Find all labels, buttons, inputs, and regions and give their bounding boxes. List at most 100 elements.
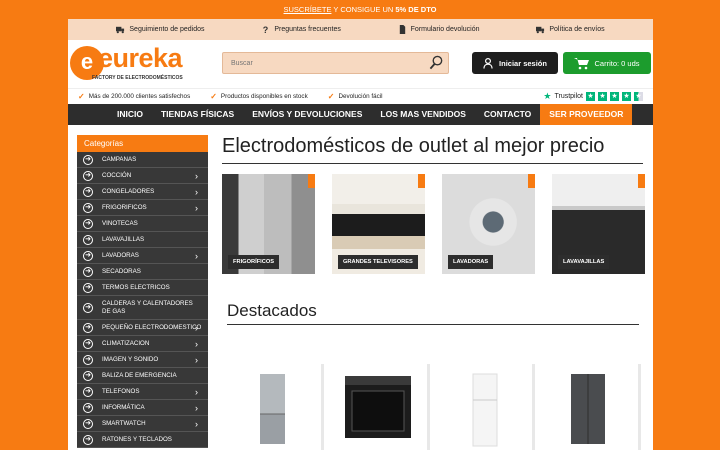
- category-label: LAVAVAJILLAS: [102, 236, 145, 243]
- nav-item-contacto[interactable]: CONTACTO: [475, 104, 540, 125]
- trust-item: ✓ Productos disponibles en stock: [210, 92, 308, 101]
- category-item[interactable]: ➜ COCCIÓN ›: [77, 168, 208, 184]
- category-item[interactable]: ➜ LAVAVAJILLAS: [77, 232, 208, 248]
- category-item[interactable]: ➜ INFORMÁTICA ›: [77, 400, 208, 416]
- trustpilot-widget[interactable]: ★ Trustpilot ★ ★ ★ ★ ★: [543, 91, 643, 102]
- faq-link[interactable]: ? Preguntas frecuentes: [261, 25, 341, 34]
- cart-button[interactable]: Carrito: 0 uds: [563, 52, 651, 74]
- shipping-policy-link[interactable]: Política de envíos: [536, 25, 605, 34]
- nav-item-ser-proveedor[interactable]: SER PROVEEDOR: [540, 104, 633, 125]
- category-item[interactable]: ➜ TELEFONOS ›: [77, 384, 208, 400]
- info-bar: Seguimiento de pedidos ? Preguntas frecu…: [68, 19, 653, 40]
- product-card[interactable]: [535, 360, 635, 450]
- category-label: TELEFONOS: [102, 388, 140, 395]
- category-tiles: FRIGORÍFICOS GRANDES TELEVISORES LAVADOR…: [222, 174, 646, 274]
- category-label: VINOTECAS: [102, 220, 138, 227]
- category-item[interactable]: ➜ SMARTWATCH ›: [77, 416, 208, 432]
- subscribe-link[interactable]: SUSCRÍBETE: [284, 5, 332, 14]
- tile-frigorificos[interactable]: FRIGORÍFICOS: [222, 174, 315, 274]
- category-label: COCCIÓN: [102, 172, 132, 179]
- chevron-right-icon: ›: [195, 338, 198, 349]
- category-list: ➜ CAMPANAS ➜ COCCIÓN › ➜ CONGELADORES › ➜ FRIGORI…: [77, 152, 208, 448]
- category-item[interactable]: ➜ CLIMATIZACION ›: [77, 336, 208, 352]
- category-label: TERMOS ELECTRICOS: [102, 284, 170, 291]
- tile-label: GRANDES TELEVISORES: [338, 255, 418, 269]
- promo-bar: SUSCRÍBETE Y CONSIGUE UN 5% DE DTO: [0, 0, 720, 19]
- promo-discount: 5% DE DTO: [395, 5, 437, 14]
- category-sidebar: Categorías ➜ CAMPANAS ➜ COCCIÓN › ➜ CONGELADOR…: [77, 135, 208, 448]
- nav-item-mas-vendidos[interactable]: LOS MAS VENDIDOS: [371, 104, 474, 125]
- product-card[interactable]: [325, 360, 425, 450]
- search-icon[interactable]: [429, 55, 444, 70]
- page: Seguimiento de pedidos ? Preguntas frecu…: [68, 19, 653, 450]
- logo-tagline: FACTORY DE ELECTRODOMÉSTICOS: [92, 75, 183, 81]
- trust-item: ✓ Devolución fácil: [327, 92, 383, 101]
- category-item[interactable]: ➜ IMAGEN Y SONIDO ›: [77, 352, 208, 368]
- tile-corner: [308, 174, 315, 188]
- category-item[interactable]: ➜ CAMPANAS: [77, 152, 208, 168]
- cart-label: Carrito: 0 uds: [594, 58, 640, 68]
- tile-corner: [638, 174, 645, 188]
- trust-item: ✓ Más de 200.000 clientes satisfechos: [78, 92, 191, 101]
- category-item[interactable]: ➜ TERMOS ELECTRICOS: [77, 280, 208, 296]
- faq-label: Preguntas frecuentes: [274, 26, 341, 33]
- tile-lavadoras[interactable]: LAVADORAS: [442, 174, 535, 274]
- arrow-circle-icon: ➜: [83, 338, 93, 349]
- product-card[interactable]: [430, 360, 530, 450]
- chevron-right-icon: ›: [195, 202, 198, 213]
- arrow-circle-icon: ➜: [83, 186, 93, 197]
- trustpilot-brand: Trustpilot: [554, 93, 583, 100]
- category-label: BALIZA DE EMERGENCIA: [102, 372, 177, 379]
- product-card[interactable]: [222, 360, 322, 450]
- category-item[interactable]: ➜ SECADORAS: [77, 264, 208, 280]
- user-icon: [483, 57, 493, 69]
- nav-item-envios[interactable]: ENVÍOS Y DEVOLUCIONES: [243, 104, 371, 125]
- arrow-circle-icon: ➜: [83, 234, 93, 245]
- category-item[interactable]: ➜ BALIZA DE EMERGENCIA: [77, 368, 208, 384]
- white-fridge-product-image: [472, 373, 498, 447]
- rating-star-icon: ★: [598, 92, 607, 101]
- fridge-product-image: [260, 374, 285, 444]
- arrow-circle-icon: ➜: [83, 154, 93, 165]
- category-item[interactable]: ➜ LAVADORAS ›: [77, 248, 208, 264]
- arrow-circle-icon: ➜: [83, 354, 93, 365]
- return-form-link[interactable]: Formulario devolución: [398, 25, 480, 34]
- category-item[interactable]: ➜ RATONES Y TECLADOS: [77, 432, 208, 448]
- chevron-right-icon: ›: [195, 402, 198, 413]
- category-label: IMAGEN Y SONIDO: [102, 356, 159, 363]
- arrow-circle-icon: ➜: [83, 250, 93, 261]
- check-icon: ✓: [327, 92, 335, 101]
- tile-label: FRIGORÍFICOS: [228, 255, 280, 269]
- arrow-circle-icon: ➜: [83, 434, 93, 445]
- category-label: SECADORAS: [102, 268, 141, 275]
- arrow-circle-icon: ➜: [83, 370, 93, 381]
- arrow-circle-icon: ➜: [83, 202, 93, 213]
- tile-lavavajillas[interactable]: LAVAVAJILLAS: [552, 174, 645, 274]
- search-input[interactable]: [223, 53, 423, 73]
- tile-televisores[interactable]: GRANDES TELEVISORES: [332, 174, 425, 274]
- arrow-circle-icon: ➜: [83, 170, 93, 181]
- category-label: SMARTWATCH: [102, 420, 146, 427]
- order-tracking-link[interactable]: Seguimiento de pedidos: [116, 25, 205, 34]
- arrow-circle-icon: ➜: [83, 302, 93, 313]
- category-item[interactable]: ➜ FRIGORIFICOS ›: [77, 200, 208, 216]
- tile-corner: [528, 174, 535, 188]
- nav-item-inicio[interactable]: INICIO: [108, 104, 152, 125]
- category-item[interactable]: ➜ VINOTECAS: [77, 216, 208, 232]
- category-item[interactable]: ➜ PEQUEÑO ELECTRODOMESTICO ›: [77, 320, 208, 336]
- category-item[interactable]: ➜ CONGELADORES ›: [77, 184, 208, 200]
- category-item[interactable]: ➜ CALDERAS Y CALENTADORES DE GAS: [77, 296, 208, 320]
- arrow-circle-icon: ➜: [83, 282, 93, 293]
- rating-star-icon: ★: [622, 92, 631, 101]
- cart-icon: [574, 57, 590, 69]
- rating-star-icon: ★: [586, 92, 595, 101]
- main-nav: INICIO TIENDAS FÍSICAS ENVÍOS Y DEVOLUCI…: [68, 104, 653, 125]
- chevron-right-icon: ›: [195, 186, 198, 197]
- nav-item-tiendas[interactable]: TIENDAS FÍSICAS: [152, 104, 243, 125]
- arrow-circle-icon: ➜: [83, 322, 93, 333]
- arrow-circle-icon: ➜: [83, 218, 93, 229]
- document-icon: [399, 25, 405, 34]
- chevron-right-icon: ›: [195, 322, 198, 333]
- logo[interactable]: e eureka FACTORY DE ELECTRODOMÉSTICOS: [70, 43, 183, 84]
- login-button[interactable]: Iniciar sesión: [472, 52, 558, 74]
